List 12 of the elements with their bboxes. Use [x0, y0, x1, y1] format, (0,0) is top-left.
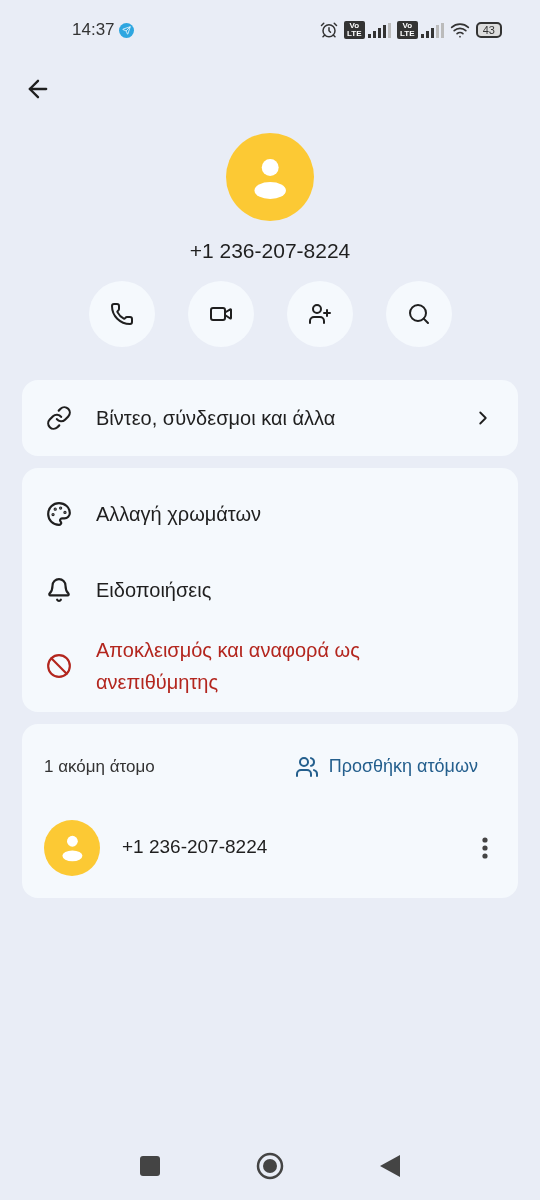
volte-badge: Vo LTE — [396, 21, 418, 39]
option-item[interactable]: Αλλαγή χρωμάτων — [22, 475, 518, 552]
add-people-button[interactable]: Προσθήκη ατόμων — [294, 753, 496, 780]
option-item[interactable]: Αποκλεισμός και αναφορά ως ανεπιθύμητης — [22, 627, 518, 704]
contact-phone: +1 236-207-8224 — [189, 238, 351, 264]
status-time: 14:37 — [72, 19, 115, 42]
battery-indicator: 43 — [475, 22, 502, 38]
people-count: 1 ακόμη άτομο — [44, 755, 155, 778]
volte-badge: Vo LTE — [343, 21, 365, 39]
option-item[interactable]: Ειδοποιήσεις — [22, 551, 518, 628]
media-links-row[interactable]: Βίντεο, σύνδεσμοι και άλλα — [22, 379, 518, 456]
member-phone: +1 236-207-8224 — [122, 835, 269, 860]
